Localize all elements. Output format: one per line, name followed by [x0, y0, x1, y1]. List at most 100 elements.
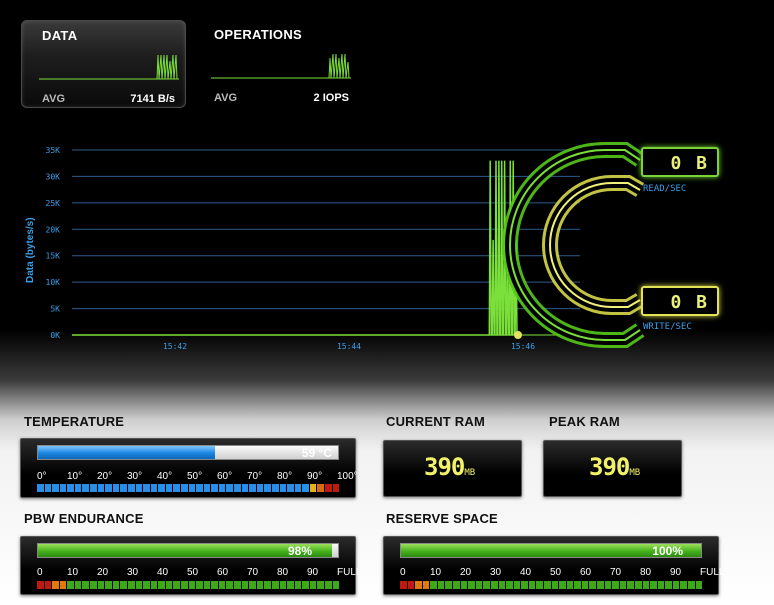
temperature-segment [112, 484, 120, 492]
temperature-segment [165, 484, 173, 492]
operations-sparkline [211, 53, 351, 79]
temperature-segment [309, 484, 317, 492]
temperature-segment [44, 484, 52, 492]
pbw-endurance-bar: 98% [37, 543, 339, 558]
reserve-space-scale-label: 30 [490, 567, 502, 578]
temperature-segment [332, 484, 340, 492]
read-rate-label: READ/SEC [643, 184, 687, 194]
pbw-endurance-title: PBW ENDURANCE [24, 511, 144, 526]
tab-operations[interactable]: OPERATIONS AVG 2 IOPS [194, 20, 359, 108]
reserve-space-segment [468, 581, 475, 589]
y-axis-title: Data (bytes/s) [25, 217, 36, 283]
x-tick-label: 15:44 [337, 342, 361, 351]
pbw-endurance-segment [97, 581, 105, 589]
pbw-endurance-segment [332, 581, 340, 589]
reserve-space-segments [400, 581, 703, 589]
pbw-endurance-segment [112, 581, 120, 589]
reserve-space-segment [627, 581, 634, 589]
reserve-space-segment [589, 581, 597, 589]
pbw-endurance-segment [150, 581, 158, 589]
pbw-endurance-scale-label: 40 [157, 567, 169, 578]
temperature-segment [150, 484, 158, 492]
current-ram-unit: MB [464, 468, 476, 478]
x-tick-label: 15:42 [163, 342, 187, 351]
temperature-scale-label: 70° [247, 471, 263, 482]
pbw-endurance-segment [294, 581, 302, 589]
temperature-segment [218, 484, 226, 492]
reserve-space-segment [543, 581, 551, 589]
pbw-endurance-scale-label: 50 [187, 567, 199, 578]
reserve-space-scale-label: 50 [550, 567, 562, 578]
temperature-bar: 59 °C [37, 445, 339, 460]
pbw-endurance-segment [82, 581, 90, 589]
temperature-segment [180, 484, 188, 492]
reserve-space-segment [460, 581, 468, 589]
reserve-space-scale: 0 10 20 30 40 50 60 70 80 90 FULL [400, 567, 724, 579]
pbw-endurance-segment [180, 581, 188, 589]
reserve-space-segment [407, 581, 415, 589]
temperature-segment [52, 484, 59, 492]
tab-operations-avg-label: AVG [214, 92, 238, 104]
pbw-endurance-segment [74, 581, 82, 589]
temperature-segment [59, 484, 67, 492]
write-rate-display: 0 B [641, 286, 719, 316]
temperature-segment [196, 484, 203, 492]
pbw-endurance-segment [317, 581, 324, 589]
pbw-endurance-segment [287, 581, 294, 589]
tab-data[interactable]: DATA AVG 7141 B/s [21, 20, 186, 108]
reserve-space-scale-label: 40 [520, 567, 532, 578]
peak-ram-number: 390 [589, 453, 630, 481]
peak-ram-unit: MB [629, 468, 641, 478]
pbw-endurance-value: 98% [287, 544, 312, 558]
temperature-segment [82, 484, 90, 492]
temperature-segment [302, 484, 309, 492]
reserve-space-segment [521, 581, 528, 589]
temperature-segment [143, 484, 150, 492]
reserve-space-segment [506, 581, 513, 589]
tab-data-title: DATA [42, 28, 78, 43]
temperature-scale-label: 30° [127, 471, 143, 482]
reserve-space-scale-label: 80 [640, 567, 652, 578]
reserve-space-segment [680, 581, 687, 589]
temperature-segment [287, 484, 294, 492]
pbw-endurance-scale-label: 20 [97, 567, 109, 578]
y-tick-label: 15K [46, 252, 61, 261]
y-tick-label: 10K [46, 278, 61, 287]
reserve-space-segment [597, 581, 604, 589]
pbw-endurance-segment [249, 581, 256, 589]
temperature-segments [37, 484, 340, 492]
temperature-segment [90, 484, 97, 492]
data-sparkline [39, 54, 179, 80]
series-end-dot [514, 331, 522, 339]
reserve-space-segment [604, 581, 612, 589]
reserve-space-segment [528, 581, 536, 589]
pbw-endurance-segment [143, 581, 150, 589]
pbw-endurance-scale-label: 90 [307, 567, 319, 578]
temperature-scale-label: 10° [67, 471, 83, 482]
pbw-endurance-segment [59, 581, 67, 589]
temperature-segment [120, 484, 127, 492]
temperature-segment [317, 484, 324, 492]
pbw-endurance-segment [226, 581, 234, 589]
temperature-segment [271, 484, 279, 492]
read-rate-value: 0 B [670, 153, 709, 174]
peak-ram-panel: 390MB [543, 440, 682, 497]
x-tick-label: 15:46 [511, 342, 535, 351]
pbw-endurance-segment [279, 581, 287, 589]
pbw-endurance-scale-label: 70 [247, 567, 259, 578]
reserve-space-segment [612, 581, 619, 589]
temperature-scale-label: 90° [307, 471, 323, 482]
temperature-panel: 59 °C 0° 10° 20° 30° 40° 50° 60° 70° 80° 90° 100° [20, 438, 358, 498]
y-tick-label: 25K [46, 199, 61, 208]
reserve-space-scale-label: 60 [580, 567, 592, 578]
pbw-endurance-segment [44, 581, 52, 589]
current-ram-value: 390MB [424, 453, 475, 481]
pbw-endurance-scale-label: 80 [277, 567, 289, 578]
y-tick-label: 0K [50, 331, 60, 340]
peak-ram-value: 390MB [589, 453, 640, 481]
pbw-endurance-segments [37, 581, 340, 589]
temperature-bar-fill [38, 446, 215, 459]
reserve-space-segment [619, 581, 627, 589]
reserve-space-segment [566, 581, 574, 589]
reserve-space-scale-label: 90 [670, 567, 682, 578]
